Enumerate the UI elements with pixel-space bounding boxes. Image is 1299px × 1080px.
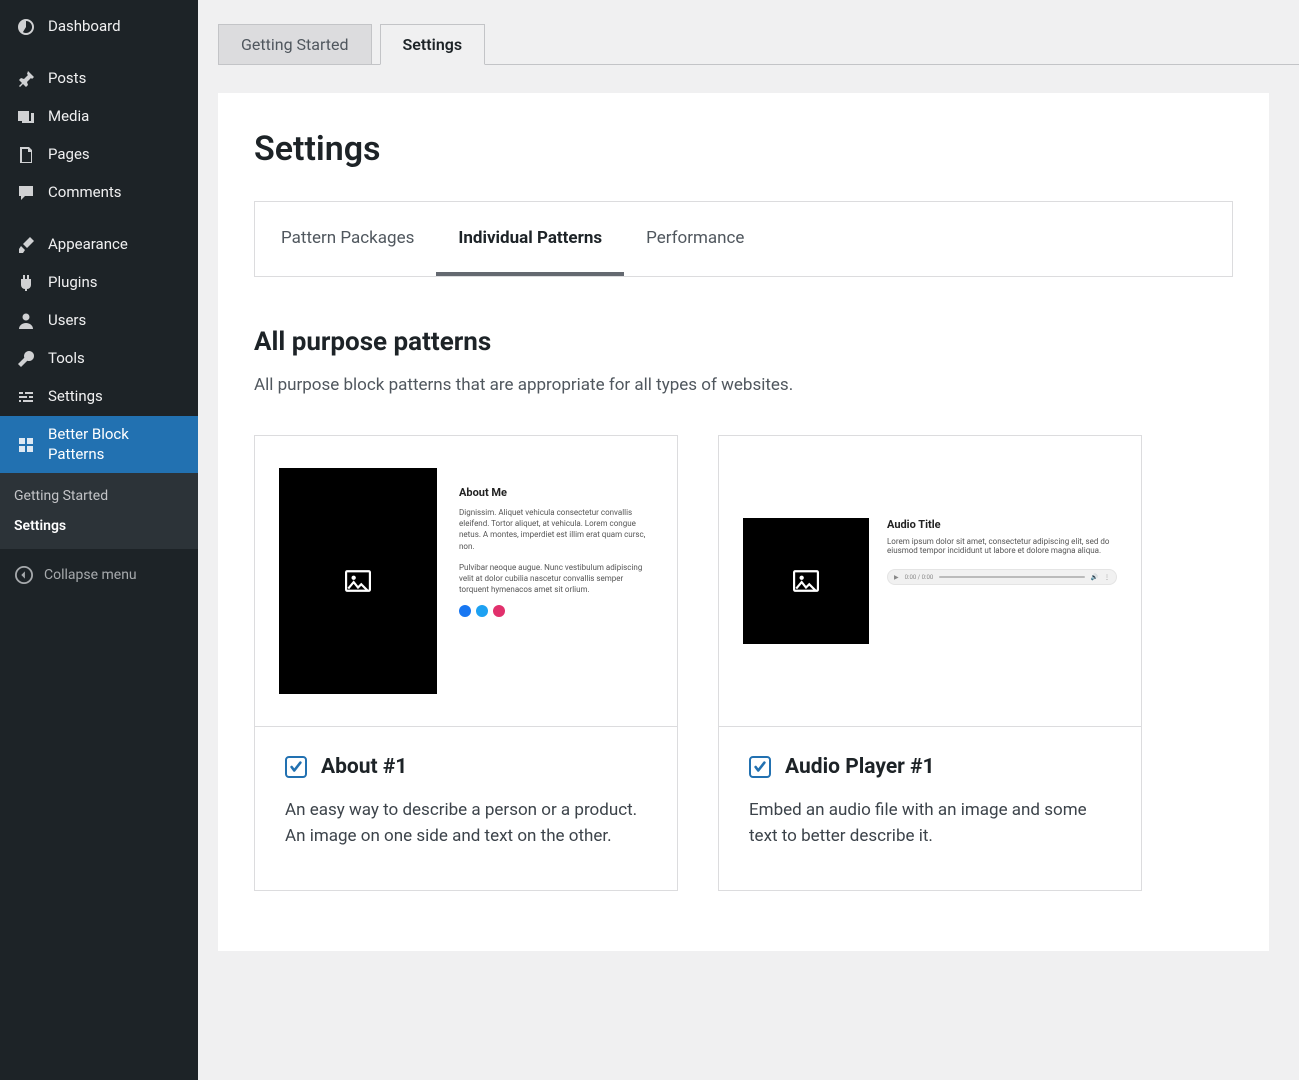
- pin-icon: [16, 69, 36, 89]
- image-placeholder-icon: [743, 518, 869, 644]
- sidebar-item-dashboard[interactable]: Dashboard: [0, 8, 198, 46]
- sidebar-item-plugins[interactable]: Plugins: [0, 264, 198, 302]
- sidebar-item-label: Tools: [48, 349, 85, 369]
- collapse-label: Collapse menu: [44, 567, 137, 583]
- pattern-card-audio-player-1: Audio Title Lorem ipsum dolor sit amet, …: [718, 435, 1142, 891]
- preview-text: Dignissim. Aliquet vehicula consectetur …: [459, 507, 653, 552]
- pattern-description: An easy way to describe a person or a pr…: [285, 797, 647, 850]
- pattern-preview: Audio Title Lorem ipsum dolor sit amet, …: [719, 436, 1141, 727]
- pattern-cards: About Me Dignissim. Aliquet vehicula con…: [254, 435, 1233, 891]
- pattern-checkbox[interactable]: [749, 756, 771, 778]
- pages-icon: [16, 145, 36, 165]
- sidebar-item-label: Comments: [48, 183, 122, 203]
- user-icon: [16, 311, 36, 331]
- page-title: Settings: [254, 129, 1233, 169]
- pattern-title: About #1: [321, 755, 407, 779]
- social-dot-icon: [459, 605, 471, 617]
- sidebar-item-label: Dashboard: [48, 17, 121, 37]
- collapse-menu-button[interactable]: Collapse menu: [0, 553, 198, 597]
- sidebar-item-media[interactable]: Media: [0, 98, 198, 136]
- sidebar-item-pages[interactable]: Pages: [0, 136, 198, 174]
- sidebar-item-users[interactable]: Users: [0, 302, 198, 340]
- settings-subtabs: Pattern Packages Individual Patterns Per…: [254, 201, 1233, 277]
- sidebar-item-label: Media: [48, 107, 89, 127]
- pattern-card-about-1: About Me Dignissim. Aliquet vehicula con…: [254, 435, 678, 891]
- sidebar-item-appearance[interactable]: Appearance: [0, 226, 198, 264]
- pattern-title: Audio Player #1: [785, 755, 935, 779]
- sidebar-item-better-block-patterns[interactable]: Better Block Patterns: [0, 416, 198, 473]
- dashboard-icon: [16, 17, 36, 37]
- comment-icon: [16, 183, 36, 203]
- preview-audio-time: 0:00 / 0:00: [905, 574, 934, 581]
- play-icon: ▶: [894, 574, 899, 581]
- sidebar-item-tools[interactable]: Tools: [0, 340, 198, 378]
- sidebar-item-label: Plugins: [48, 273, 97, 293]
- preview-social-icons: [459, 605, 653, 619]
- subtab-individual-patterns[interactable]: Individual Patterns: [436, 202, 624, 276]
- sidebar-item-label: Pages: [48, 145, 90, 165]
- sidebar-submenu: Getting Started Settings: [0, 473, 198, 549]
- preview-heading: About Me: [459, 486, 653, 499]
- preview-heading: Audio Title: [887, 518, 1117, 531]
- subtab-pattern-packages[interactable]: Pattern Packages: [259, 202, 436, 276]
- pattern-description: Embed an audio file with an image and so…: [749, 797, 1111, 850]
- section-title: All purpose patterns: [254, 327, 1233, 357]
- main-content: Getting Started Settings Settings Patter…: [198, 0, 1299, 1080]
- sidebar-item-settings[interactable]: Settings: [0, 378, 198, 416]
- sidebar-item-comments[interactable]: Comments: [0, 174, 198, 212]
- top-tabs: Getting Started Settings: [218, 24, 1299, 65]
- plug-icon: [16, 273, 36, 293]
- preview-text: Pulvibar neoque augue. Nunc vestibulum a…: [459, 562, 653, 596]
- sliders-icon: [16, 387, 36, 407]
- tab-settings[interactable]: Settings: [380, 24, 486, 65]
- sidebar-item-label: Posts: [48, 69, 86, 89]
- social-dot-icon: [476, 605, 488, 617]
- layout-icon: [16, 435, 36, 455]
- brush-icon: [16, 235, 36, 255]
- image-placeholder-icon: [279, 468, 437, 694]
- sidebar-item-label: Better Block Patterns: [48, 425, 188, 464]
- pattern-checkbox[interactable]: [285, 756, 307, 778]
- sidebar-item-label: Settings: [48, 387, 103, 407]
- more-icon: ⋮: [1104, 574, 1110, 581]
- sidebar-item-label: Users: [48, 311, 86, 331]
- subtab-performance[interactable]: Performance: [624, 202, 766, 276]
- tab-getting-started[interactable]: Getting Started: [218, 24, 372, 65]
- social-dot-icon: [493, 605, 505, 617]
- settings-panel: Settings Pattern Packages Individual Pat…: [218, 93, 1269, 951]
- submenu-item-settings[interactable]: Settings: [0, 511, 198, 541]
- section-description: All purpose block patterns that are appr…: [254, 375, 1233, 395]
- preview-text: Lorem ipsum dolor sit amet, consectetur …: [887, 537, 1117, 555]
- preview-audio-player: ▶ 0:00 / 0:00 🔊 ⋮: [887, 569, 1117, 585]
- collapse-icon: [14, 565, 34, 585]
- media-icon: [16, 107, 36, 127]
- volume-icon: 🔊: [1091, 574, 1098, 581]
- pattern-preview: About Me Dignissim. Aliquet vehicula con…: [255, 436, 677, 727]
- sidebar-item-posts[interactable]: Posts: [0, 60, 198, 98]
- admin-sidebar: Dashboard Posts Media Pages Comments: [0, 0, 198, 1080]
- submenu-item-getting-started[interactable]: Getting Started: [0, 481, 198, 511]
- wrench-icon: [16, 349, 36, 369]
- sidebar-item-label: Appearance: [48, 235, 128, 255]
